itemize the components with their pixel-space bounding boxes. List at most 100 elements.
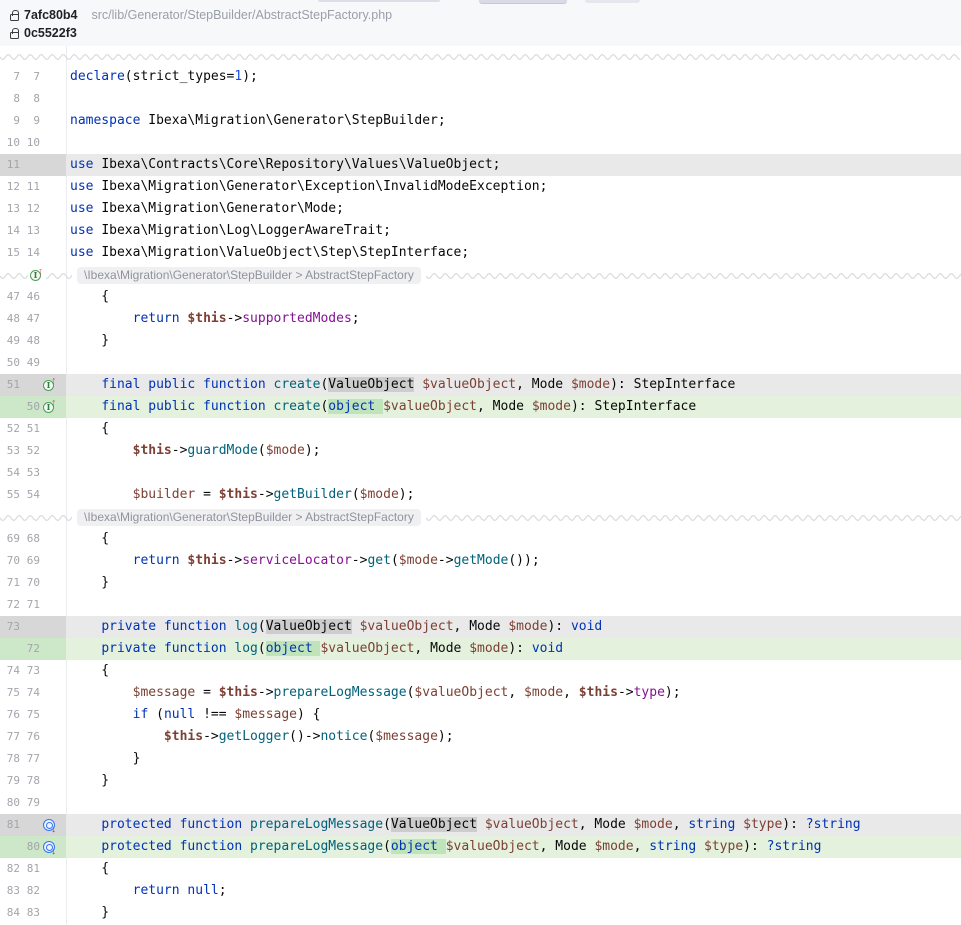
code-token: , (516, 377, 532, 392)
code-token: } (70, 905, 109, 920)
separator-breadcrumb[interactable]: \Ibexa\Migration\Generator\StepBuilder >… (77, 509, 421, 526)
code-line[interactable]: declare(strict_types=1); (66, 66, 961, 88)
code-line[interactable]: use Ibexa\Migration\Generator\Mode; (66, 198, 961, 220)
code-line[interactable]: } (66, 330, 961, 352)
code-token: ; (219, 883, 227, 898)
line-number-new: 79 (20, 792, 40, 814)
code-token: $type (743, 817, 782, 832)
code-line[interactable]: use Ibexa\Migration\ValueObject\Step\Ste… (66, 242, 961, 264)
code-token: supportedModes (242, 311, 352, 326)
implements-interface-icon[interactable]: I↑ (43, 380, 57, 391)
code-line[interactable]: private function log(object $valueObject… (66, 638, 961, 660)
code-line[interactable]: } (66, 770, 961, 792)
gutter: 5453 (0, 462, 66, 484)
code-token: , (508, 685, 524, 700)
diff-line: 1312use Ibexa\Migration\Generator\Mode; (0, 198, 961, 220)
code-token: $mode (532, 399, 571, 414)
code-token (70, 685, 133, 700)
code-line[interactable]: protected function prepareLogMessage(obj… (66, 836, 961, 858)
code-line[interactable]: { (66, 858, 961, 880)
code-line[interactable] (66, 88, 961, 110)
diff-line: 99namespace Ibexa\Migration\Generator\St… (0, 110, 961, 132)
code-token (70, 641, 101, 656)
gutter-icon-slot (40, 748, 66, 770)
code-line[interactable]: return $this->supportedModes; (66, 308, 961, 330)
code-token: , (563, 685, 579, 700)
code-line[interactable]: return null; (66, 880, 961, 902)
code-line[interactable] (66, 594, 961, 616)
implements-interface-icon[interactable]: I↑ (30, 270, 44, 281)
gutter-icon-slot (40, 66, 66, 88)
gutter-icon-slot (40, 132, 66, 154)
code-line[interactable]: $this->guardMode($mode); (66, 440, 961, 462)
gutter-icon-slot (40, 110, 66, 132)
code-token: , (673, 817, 689, 832)
diff-line: 5251 { (0, 418, 961, 440)
code-line[interactable]: final public function create(ValueObject… (66, 374, 961, 396)
code-token: protected function (101, 839, 250, 854)
code-line[interactable]: return $this->serviceLocator->get($mode-… (66, 550, 961, 572)
separator-gutter-icon: I↑ (28, 269, 46, 281)
code-line[interactable]: { (66, 660, 961, 682)
code-token: { (70, 663, 109, 678)
code-token: -> (172, 443, 188, 458)
diff-line: 5554 $builder = $this->getBuilder($mode)… (0, 484, 961, 506)
code-line[interactable] (66, 132, 961, 154)
line-number-new: 46 (20, 286, 40, 308)
code-token: { (70, 531, 109, 546)
code-token: { (70, 421, 109, 436)
line-number-new: 54 (20, 484, 40, 506)
line-number-old: 83 (0, 880, 20, 902)
code-line[interactable]: } (66, 902, 961, 924)
code-token: } (70, 333, 109, 348)
line-number-old: 9 (0, 110, 20, 132)
method-overridden-icon[interactable]: ↓ (43, 841, 56, 853)
diff-line: 8079 (0, 792, 961, 814)
gutter-icon-slot (40, 484, 66, 506)
code-line[interactable]: { (66, 286, 961, 308)
code-token: ValueObject (328, 377, 414, 392)
implements-interface-icon[interactable]: I↑ (43, 402, 57, 413)
code-token: ) { (297, 707, 320, 722)
code-token: $this (187, 311, 226, 326)
code-line[interactable]: } (66, 572, 961, 594)
code-line[interactable]: private function log(ValueObject $valueO… (66, 616, 961, 638)
gutter-icon-slot (40, 638, 66, 660)
code-line[interactable]: use Ibexa\Contracts\Core\Repository\Valu… (66, 154, 961, 176)
code-line[interactable]: use Ibexa\Migration\Generator\Exception\… (66, 176, 961, 198)
code-line[interactable]: protected function prepareLogMessage(Val… (66, 814, 961, 836)
code-line[interactable]: { (66, 418, 961, 440)
code-line[interactable] (66, 462, 961, 484)
cutoff-ui-stub (479, 0, 567, 4)
code-line[interactable]: namespace Ibexa\Migration\Generator\Step… (66, 110, 961, 132)
code-token: = (195, 685, 218, 700)
code-token: , (477, 399, 493, 414)
code-token: final public function (101, 377, 273, 392)
code-token: ()-> (289, 729, 320, 744)
line-number-old (0, 638, 20, 660)
code-line[interactable]: final public function create(object $val… (66, 396, 961, 418)
code-line[interactable] (66, 792, 961, 814)
code-line[interactable]: } (66, 748, 961, 770)
diff-line: 5049 (0, 352, 961, 374)
diff-line: 7271 (0, 594, 961, 616)
code-token: $mode (571, 377, 610, 392)
collapsed-region-wave: I↑ (0, 269, 72, 281)
line-number-new: 82 (20, 880, 40, 902)
code-line[interactable]: $this->getLogger()->notice($message); (66, 726, 961, 748)
code-line[interactable] (66, 352, 961, 374)
line-number-old: 48 (0, 308, 20, 330)
code-line[interactable]: use Ibexa\Migration\Log\LoggerAwareTrait… (66, 220, 961, 242)
code-token: Mode (555, 839, 594, 854)
method-overridden-icon[interactable]: ↓ (43, 819, 56, 831)
diff-line: 7776 $this->getLogger()->notice($message… (0, 726, 961, 748)
line-number-old: 8 (0, 88, 20, 110)
code-line[interactable]: $builder = $this->getBuilder($mode); (66, 484, 961, 506)
code-line[interactable]: if (null !== $message) { (66, 704, 961, 726)
code-line[interactable]: $message = $this->prepareLogMessage($val… (66, 682, 961, 704)
gutter: 8483 (0, 902, 66, 924)
code-line[interactable]: { (66, 528, 961, 550)
gutter-icon-slot (40, 880, 66, 902)
gutter-icon-slot (40, 440, 66, 462)
separator-breadcrumb[interactable]: \Ibexa\Migration\Generator\StepBuilder >… (77, 267, 421, 284)
